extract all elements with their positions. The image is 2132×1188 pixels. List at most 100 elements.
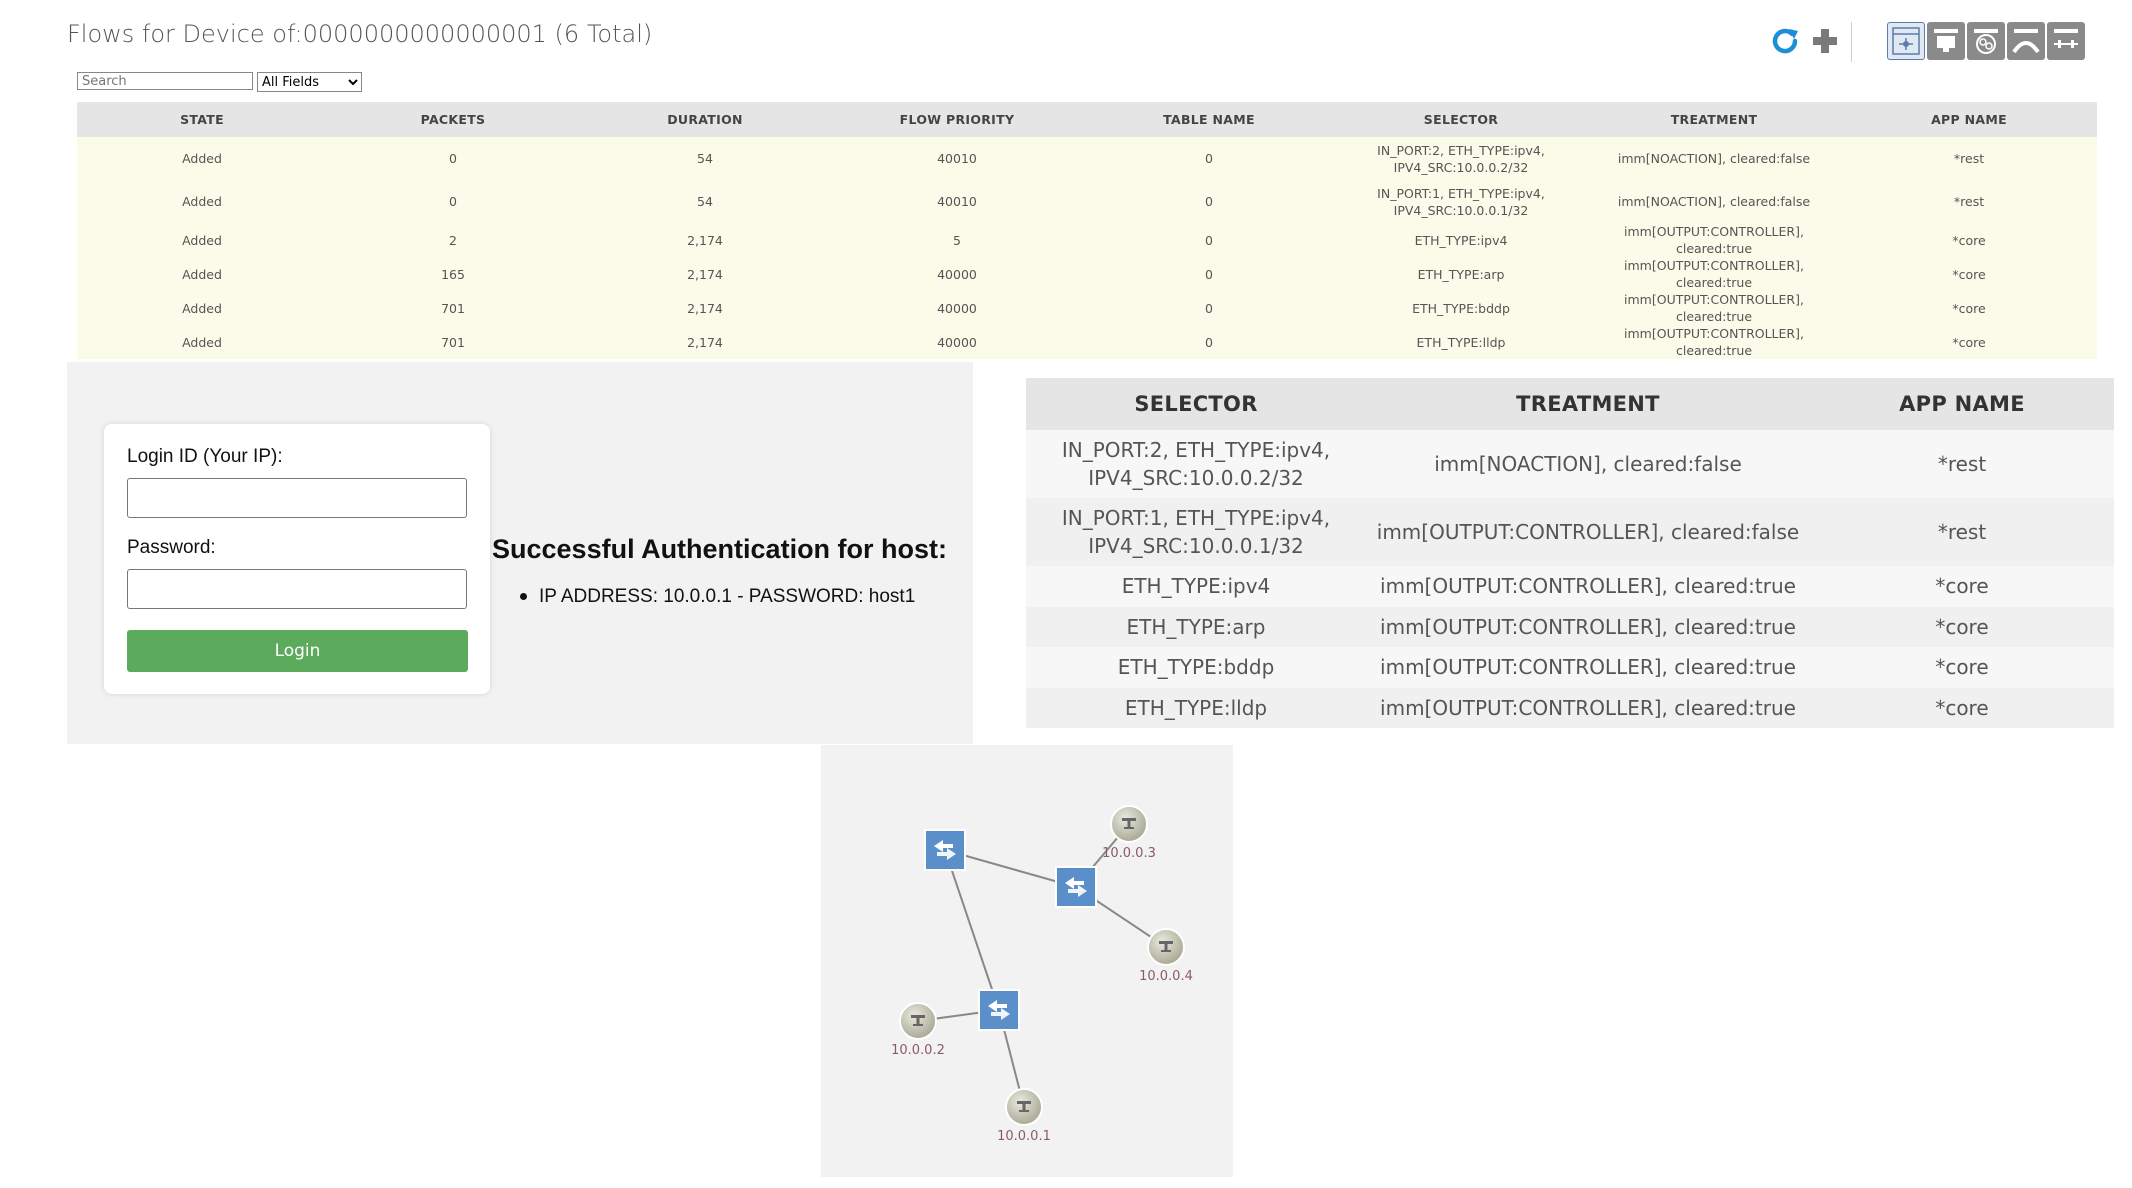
zoom-header-selector[interactable]: SELECTOR: [1026, 378, 1366, 430]
port-view-button[interactable]: [2007, 22, 2045, 60]
cell-app-name: *core: [1841, 291, 2097, 325]
selector-line: IPV4_SRC:10.0.0.2/32: [1088, 466, 1304, 490]
switch-node[interactable]: [924, 829, 966, 871]
cell-selector: ETH_TYPE:ipv4: [1026, 566, 1366, 607]
cell-duration: 54: [579, 137, 831, 180]
cell-priority: 5: [831, 223, 1083, 257]
cell-app-name: *core: [1841, 223, 2097, 257]
table-row[interactable]: Added 2 2,174 5 0 ETH_TYPE:ipv4 imm[OUTP…: [77, 223, 2097, 257]
selector-line: IPV4_SRC:10.0.0.1/32: [1393, 202, 1529, 218]
cell-state: Added: [77, 137, 327, 180]
cell-table-name: 0: [1083, 257, 1335, 291]
header-app-name[interactable]: APP NAME: [1841, 102, 2097, 137]
password-input[interactable]: [127, 569, 467, 609]
header-duration[interactable]: DURATION: [579, 102, 831, 137]
auth-credentials: IP ADDRESS: 10.0.0.1 - PASSWORD: host1: [539, 586, 916, 607]
host-node[interactable]: [1110, 805, 1148, 843]
cell-app-name: *core: [1810, 566, 2114, 607]
add-flow-button[interactable]: [1806, 22, 1844, 60]
cell-table-name: 0: [1083, 325, 1335, 359]
cell-app-name: *rest: [1810, 498, 2114, 566]
zoom-header-treatment[interactable]: TREATMENT: [1366, 378, 1810, 430]
host-node[interactable]: [1005, 1088, 1043, 1126]
host-label: 10.0.0.3: [1102, 846, 1156, 861]
table-row[interactable]: ETH_TYPE:ipv4 imm[OUTPUT:CONTROLLER], cl…: [1026, 566, 2114, 607]
host-node[interactable]: [899, 1002, 937, 1040]
plus-icon: [1813, 29, 1837, 53]
header-state[interactable]: STATE: [77, 102, 327, 137]
cell-selector: IN_PORT:1, ETH_TYPE:ipv4, IPV4_SRC:10.0.0…: [1335, 180, 1587, 223]
device-view-button[interactable]: [1927, 22, 1965, 60]
cell-treatment: imm[OUTPUT:CONTROLLER], cleared:true: [1587, 291, 1841, 325]
host-label: 10.0.0.2: [891, 1043, 945, 1058]
group-view-button[interactable]: [2047, 22, 2085, 60]
cell-packets: 2: [327, 223, 579, 257]
bullet-icon: [520, 593, 527, 601]
zoom-header-app-name[interactable]: APP NAME: [1810, 378, 2114, 430]
cell-selector: ETH_TYPE:arp: [1335, 257, 1587, 291]
login-button[interactable]: Login: [127, 630, 468, 672]
cell-duration: 2,174: [579, 257, 831, 291]
cell-table-name: 0: [1083, 223, 1335, 257]
cell-state: Added: [77, 257, 327, 291]
table-row[interactable]: Added 701 2,174 40000 0 ETH_TYPE:bddp im…: [77, 291, 2097, 325]
cell-priority: 40000: [831, 291, 1083, 325]
header-packets[interactable]: PACKETS: [327, 102, 579, 137]
search-field-select[interactable]: All Fields: [257, 72, 362, 92]
table-row[interactable]: Added 701 2,174 40000 0 ETH_TYPE:lldp im…: [77, 325, 2097, 359]
cell-selector: ETH_TYPE:bddp: [1335, 291, 1587, 325]
cell-app-name: *rest: [1841, 137, 2097, 180]
switch-node[interactable]: [1055, 866, 1097, 908]
cell-packets: 0: [327, 137, 579, 180]
table-row[interactable]: IN_PORT:2, ETH_TYPE:ipv4, IPV4_SRC:10.0.0…: [1026, 430, 2114, 498]
login-id-input[interactable]: [127, 478, 467, 518]
cell-table-name: 0: [1083, 291, 1335, 325]
group-view-icon: [2054, 29, 2078, 48]
header-treatment[interactable]: TREATMENT: [1587, 102, 1841, 137]
cell-selector: ETH_TYPE:arp: [1026, 606, 1366, 647]
cell-treatment: imm[OUTPUT:CONTROLLER], cleared:false: [1366, 498, 1810, 566]
cell-table-name: 0: [1083, 180, 1335, 223]
cell-treatment: imm[NOACTION], cleared:false: [1366, 430, 1810, 498]
cell-packets: 0: [327, 180, 579, 223]
host-node[interactable]: [1147, 928, 1185, 966]
table-row[interactable]: Added 0 54 40010 0 IN_PORT:1, ETH_TYPE:i…: [77, 180, 2097, 223]
cell-priority: 40010: [831, 180, 1083, 223]
cell-selector: ETH_TYPE:ipv4: [1335, 223, 1587, 257]
switch-node[interactable]: [978, 989, 1020, 1031]
table-row[interactable]: Added 0 54 40010 0 IN_PORT:2, ETH_TYPE:i…: [77, 137, 2097, 180]
cell-table-name: 0: [1083, 137, 1335, 180]
refresh-button[interactable]: [1766, 22, 1804, 60]
cell-state: Added: [77, 325, 327, 359]
topology-view-button[interactable]: [1887, 22, 1925, 60]
zoom-header-row: SELECTOR TREATMENT APP NAME: [1026, 378, 2114, 430]
topology-view-icon: [1892, 27, 1920, 55]
selector-line: IPV4_SRC:10.0.0.2/32: [1393, 159, 1529, 175]
cell-duration: 2,174: [579, 223, 831, 257]
table-row[interactable]: ETH_TYPE:arp imm[OUTPUT:CONTROLLER], cle…: [1026, 606, 2114, 647]
header-table-name[interactable]: TABLE NAME: [1083, 102, 1335, 137]
cell-app-name: *core: [1810, 647, 2114, 688]
page-title: Flows for Device of:0000000000000001 (6 …: [67, 20, 653, 48]
search-input[interactable]: [77, 72, 253, 90]
table-row[interactable]: IN_PORT:1, ETH_TYPE:ipv4, IPV4_SRC:10.0.0…: [1026, 498, 2114, 566]
table-row[interactable]: ETH_TYPE:lldp imm[OUTPUT:CONTROLLER], cl…: [1026, 687, 2114, 728]
flow-table: STATE PACKETS DURATION FLOW PRIORITY TAB…: [77, 102, 2097, 359]
header-selector[interactable]: SELECTOR: [1335, 102, 1587, 137]
cell-packets: 701: [327, 291, 579, 325]
cell-selector: IN_PORT:1, ETH_TYPE:ipv4, IPV4_SRC:10.0.0…: [1026, 498, 1366, 566]
cell-selector: IN_PORT:2, ETH_TYPE:ipv4, IPV4_SRC:10.0.0…: [1026, 430, 1366, 498]
table-row[interactable]: ETH_TYPE:bddp imm[OUTPUT:CONTROLLER], cl…: [1026, 647, 2114, 688]
flow-view-button[interactable]: [1967, 22, 2005, 60]
cell-priority: 40000: [831, 257, 1083, 291]
cell-app-name: *core: [1810, 687, 2114, 728]
table-row[interactable]: Added 165 2,174 40000 0 ETH_TYPE:arp imm…: [77, 257, 2097, 291]
host-label: 10.0.0.4: [1139, 969, 1193, 984]
selector-line: IN_PORT:2, ETH_TYPE:ipv4,: [1377, 142, 1545, 158]
selector-line: IN_PORT:1, ETH_TYPE:ipv4,: [1377, 185, 1545, 201]
cell-treatment: imm[OUTPUT:CONTROLLER], cleared:true: [1587, 257, 1841, 291]
topology-graph: 10.0.0.3 10.0.0.4 10.0.0.2 10.0.0.1: [891, 805, 1193, 1144]
flow-view-icon: [1974, 29, 1998, 54]
cell-state: Added: [77, 180, 327, 223]
header-flow-priority[interactable]: FLOW PRIORITY: [831, 102, 1083, 137]
